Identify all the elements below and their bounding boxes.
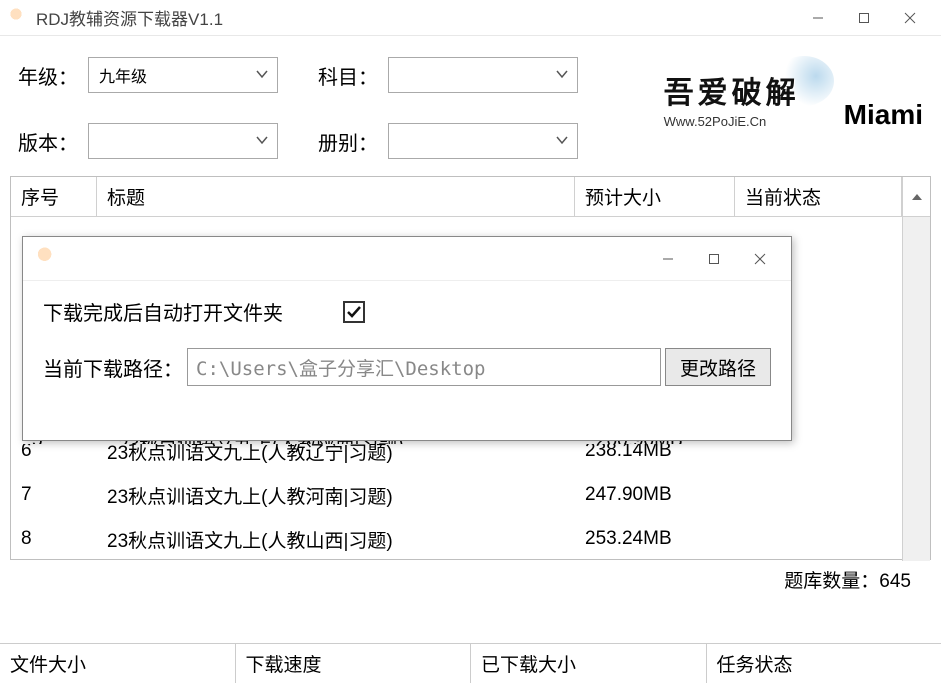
count-line: 题库数量：645 bbox=[0, 560, 941, 599]
change-path-button[interactable]: 更改路径 bbox=[665, 348, 771, 386]
path-label: 当前下载路径： bbox=[43, 353, 183, 382]
table-row[interactable]: 7 23秋点训语文九上(人教河南|习题) 247.90MB bbox=[11, 473, 930, 517]
check-icon bbox=[346, 305, 362, 319]
subject-combo[interactable] bbox=[388, 57, 578, 93]
app-icon bbox=[8, 8, 28, 28]
maximize-button[interactable] bbox=[841, 2, 887, 34]
col-seq-header[interactable]: 序号 bbox=[11, 177, 97, 217]
table-row[interactable]: 8 23秋点训语文九上(人教山西|习题) 253.24MB bbox=[11, 517, 930, 561]
close-button[interactable] bbox=[887, 2, 933, 34]
brand-area: 吾爱破解 Www.52PoJiE.Cn Miami bbox=[654, 56, 923, 131]
volume-combo[interactable] bbox=[388, 123, 578, 159]
subject-label: 科目： bbox=[318, 61, 388, 90]
status-filesize: 文件大小 bbox=[0, 644, 236, 683]
brand-miami: Miami bbox=[844, 99, 923, 131]
dialog-maximize-button[interactable] bbox=[691, 243, 737, 275]
col-title-header[interactable]: 标题 bbox=[97, 177, 575, 217]
version-label: 版本： bbox=[18, 127, 88, 156]
chevron-down-icon bbox=[255, 132, 269, 150]
settings-dialog: 下载完成后自动打开文件夹 当前下载路径： C:\Users\盒子分享汇\Desk… bbox=[22, 236, 792, 441]
status-task: 任务状态 bbox=[707, 644, 941, 683]
chevron-down-icon bbox=[555, 66, 569, 84]
status-bar: 文件大小 下载速度 已下载大小 任务状态 bbox=[0, 643, 941, 683]
filter-panel: 年级： 九年级 科目： 版本： 册别： 吾爱破解 Www.52PoJiE.Cn … bbox=[0, 36, 941, 176]
grade-combo[interactable]: 九年级 bbox=[88, 57, 278, 93]
chevron-down-icon bbox=[255, 66, 269, 84]
vertical-scrollbar[interactable] bbox=[902, 217, 930, 561]
minimize-button[interactable] bbox=[795, 2, 841, 34]
status-speed: 下载速度 bbox=[236, 644, 472, 683]
autoopen-label: 下载完成后自动打开文件夹 bbox=[43, 297, 283, 326]
col-status-header[interactable]: 当前状态 bbox=[735, 177, 902, 217]
grade-label: 年级： bbox=[18, 61, 88, 90]
brand-logo: 吾爱破解 Www.52PoJiE.Cn bbox=[654, 56, 834, 131]
window-title: RDJ教辅资源下载器V1.1 bbox=[36, 5, 795, 30]
dialog-minimize-button[interactable] bbox=[645, 243, 691, 275]
col-size-header[interactable]: 预计大小 bbox=[575, 177, 735, 217]
volume-label: 册别： bbox=[318, 127, 388, 156]
path-input[interactable]: C:\Users\盒子分享汇\Desktop bbox=[187, 348, 661, 386]
grade-value: 九年级 bbox=[99, 63, 147, 87]
dialog-titlebar bbox=[23, 237, 791, 281]
app-icon bbox=[35, 247, 59, 271]
main-titlebar: RDJ教辅资源下载器V1.1 bbox=[0, 0, 941, 36]
chevron-down-icon bbox=[555, 132, 569, 150]
status-downloaded: 已下载大小 bbox=[471, 644, 707, 683]
table-header: 序号 标题 预计大小 当前状态 bbox=[11, 177, 930, 217]
window-controls bbox=[795, 2, 933, 34]
scroll-up-button[interactable] bbox=[902, 177, 930, 217]
dialog-close-button[interactable] bbox=[737, 243, 783, 275]
version-combo[interactable] bbox=[88, 123, 278, 159]
autoopen-checkbox[interactable] bbox=[343, 301, 365, 323]
